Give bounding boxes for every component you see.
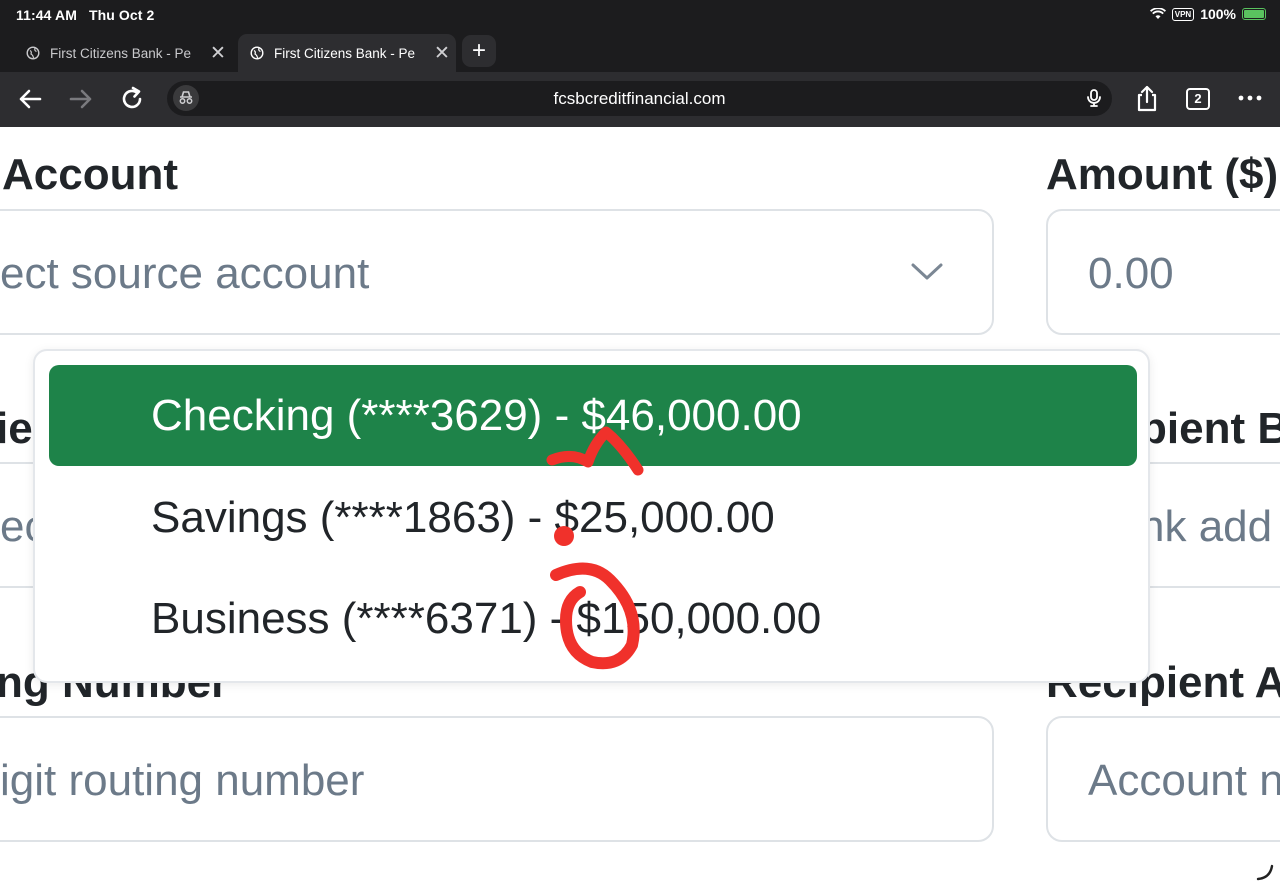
account-option-business[interactable]: Business (****6371) - $150,000.00 xyxy=(49,568,1137,669)
status-date: Thu Oct 2 xyxy=(88,7,155,23)
battery-percent: 100% xyxy=(1200,6,1236,22)
status-clock: 11:44 AM xyxy=(16,7,77,23)
amount-label: Amount ($) xyxy=(1046,150,1279,199)
amount-placeholder: 0.00 xyxy=(1088,249,1174,298)
tab-active[interactable]: First Citizens Bank - Pe ✕ xyxy=(238,34,456,72)
amount-input[interactable]: 0.00 xyxy=(1046,209,1280,335)
source-account-placeholder: ect source account xyxy=(0,249,370,298)
routing-number-input[interactable]: igit routing number xyxy=(0,716,994,842)
from-account-label: Account xyxy=(2,150,178,199)
tab-inactive[interactable]: First Citizens Bank - Pe ✕ xyxy=(14,34,236,72)
forward-arrow-icon[interactable] xyxy=(67,85,95,113)
recipient-bank-placeholder: nk add xyxy=(1140,502,1273,551)
address-bar[interactable]: fcsbcreditfinancial.com xyxy=(167,81,1112,116)
battery-icon xyxy=(1242,8,1266,20)
recipient-account-input[interactable]: Account n xyxy=(1046,716,1280,842)
url-text[interactable]: fcsbcreditfinancial.com xyxy=(167,89,1112,109)
source-account-dropdown: Checking (****3629) - $46,000.00 Savings… xyxy=(33,349,1150,683)
recipient-bank-label: pient B xyxy=(1140,404,1280,453)
vpn-badge: VPN xyxy=(1171,7,1195,21)
mic-icon[interactable] xyxy=(1084,88,1104,108)
tab-title: First Citizens Bank - Pe xyxy=(274,45,416,61)
plus-icon[interactable]: + xyxy=(462,35,496,67)
wifi-icon xyxy=(1149,8,1166,19)
globe-icon xyxy=(250,46,264,60)
chevron-down-icon xyxy=(911,263,943,280)
account-option-savings[interactable]: Savings (****1863) - $25,000.00 xyxy=(49,467,1137,568)
status-time: 11:44 AM Thu Oct 2 xyxy=(16,7,154,23)
tabs-icon[interactable]: 2 xyxy=(1186,88,1210,110)
more-icon[interactable] xyxy=(1238,92,1262,104)
close-icon[interactable]: ✕ xyxy=(434,44,450,63)
tab-title: First Citizens Bank - Pe xyxy=(50,45,192,61)
recipient-name-label: ie xyxy=(0,404,33,453)
account-option-checking[interactable]: Checking (****3629) - $46,000.00 xyxy=(49,365,1137,466)
close-icon[interactable]: ✕ xyxy=(210,44,226,63)
browser-chrome: 11:44 AM Thu Oct 2 VPN 100% First Citize… xyxy=(0,0,1280,127)
source-account-select[interactable]: ect source account xyxy=(0,209,994,335)
routing-number-placeholder: igit routing number xyxy=(0,756,365,805)
status-indicators: VPN 100% xyxy=(1149,6,1266,22)
share-icon[interactable] xyxy=(1134,84,1160,112)
reload-icon[interactable] xyxy=(118,85,146,113)
resize-handle-icon xyxy=(1256,864,1274,881)
back-arrow-icon[interactable] xyxy=(16,85,44,113)
recipient-account-placeholder: Account n xyxy=(1088,756,1280,805)
globe-icon xyxy=(26,46,40,60)
